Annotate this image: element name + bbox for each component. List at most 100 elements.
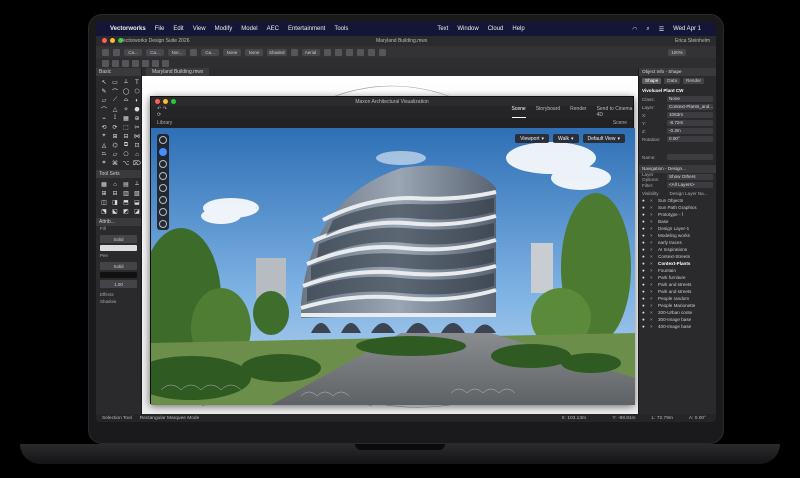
layer-list-item[interactable]: ● × Base: [639, 218, 716, 225]
pan-icon[interactable]: [159, 148, 167, 156]
transform-mode-icon[interactable]: [132, 59, 139, 67]
basic-tool-icon[interactable]: ⟟: [111, 115, 119, 122]
layer-list-item[interactable]: ● × Park and streets: [639, 288, 716, 295]
basic-tool-icon[interactable]: ⌘: [111, 160, 119, 167]
tab-shape[interactable]: Shape: [642, 78, 662, 84]
basic-tool-icon[interactable]: ⟳: [111, 124, 119, 131]
eye-icon[interactable]: ●: [642, 240, 647, 245]
toolset-icon[interactable]: ⟂: [133, 181, 141, 188]
user-name[interactable]: Erica Steinhelm: [675, 38, 710, 44]
pen-color-swatch[interactable]: [100, 272, 137, 278]
toolset-icon[interactable]: ◪: [133, 208, 141, 215]
class-dropdown-a[interactable]: Ca...: [124, 48, 142, 56]
basic-tool-icon[interactable]: ⌬: [111, 142, 119, 149]
basic-tool-icon[interactable]: ⊟: [122, 133, 130, 140]
x-field[interactable]: 1063m: [667, 112, 713, 118]
basic-tool-icon[interactable]: ⬣: [133, 106, 141, 113]
basic-tool-icon[interactable]: ◯: [122, 88, 130, 95]
menu-text[interactable]: Text: [437, 26, 448, 32]
layer-toggle-icon[interactable]: ×: [650, 219, 655, 224]
layer-toggle-icon[interactable]: ×: [650, 212, 655, 217]
basic-tool-icon[interactable]: ✂: [133, 124, 141, 131]
layer-toggle-icon[interactable]: ×: [650, 303, 655, 308]
layer-toggle-icon[interactable]: ×: [650, 240, 655, 245]
menu-model[interactable]: Model: [241, 26, 257, 32]
snap-icon[interactable]: [190, 48, 197, 56]
basic-tool-icon[interactable]: ⬚: [122, 124, 130, 131]
zoom-dropdown[interactable]: 100%: [668, 48, 686, 56]
layer-list-item[interactable]: ● × Modeling works: [639, 232, 716, 239]
basic-tool-icon[interactable]: ⌓: [122, 97, 130, 104]
basic-tool-icon[interactable]: ⋈: [133, 133, 141, 140]
light-icon[interactable]: [290, 48, 298, 56]
basic-tool-icon[interactable]: ⏥: [111, 151, 119, 158]
layer-list-item[interactable]: ● × early traces: [639, 239, 716, 246]
class-dropdown[interactable]: None: [223, 48, 241, 56]
library-button[interactable]: Library: [157, 120, 172, 126]
basic-tool-icon[interactable]: ▱: [100, 97, 108, 104]
layer-toggle-icon[interactable]: ×: [650, 296, 655, 301]
tab-scene[interactable]: Scene: [511, 106, 526, 118]
layer-list-item[interactable]: ● × 300-Image base: [639, 316, 716, 323]
layer-toggle-icon[interactable]: ×: [650, 289, 655, 294]
document-tab[interactable]: Maryland Building.mwx: [146, 68, 210, 76]
camera-view-dropdown[interactable]: Default View ▾: [582, 134, 625, 143]
layer-list-item[interactable]: ● × Fountain: [639, 267, 716, 274]
orbit-icon[interactable]: [159, 136, 167, 144]
basic-tool-icon[interactable]: ✎: [100, 88, 108, 95]
layer-toggle-icon[interactable]: ×: [650, 247, 655, 252]
y-field[interactable]: -8.72m: [667, 120, 713, 126]
opacity-field[interactable]: 1.00: [100, 280, 137, 288]
layer-toggle-icon[interactable]: ×: [650, 226, 655, 231]
menu-edit[interactable]: Edit: [173, 26, 183, 32]
fill-style-dropdown[interactable]: Solid: [100, 235, 137, 243]
settings-icon[interactable]: [162, 59, 169, 67]
marquee-mode-icon[interactable]: [112, 59, 119, 67]
basic-tool-icon[interactable]: ⌗: [100, 160, 108, 167]
eye-icon[interactable]: ●: [642, 233, 647, 238]
basic-tool-icon[interactable]: ⌦: [133, 160, 141, 167]
layer-list-item[interactable]: ● × People random: [639, 295, 716, 302]
eye-icon[interactable]: ●: [642, 303, 647, 308]
toolset-icon[interactable]: ◩: [122, 208, 130, 215]
basic-tool-icon[interactable]: ⌁: [100, 115, 108, 122]
rotation-field[interactable]: 0.00°: [667, 136, 713, 142]
basic-tool-icon[interactable]: ⊡: [133, 142, 141, 149]
eye-icon[interactable]: ●: [642, 198, 647, 203]
basic-tool-icon[interactable]: ⌒: [111, 88, 119, 96]
basic-tool-icon[interactable]: ⌖: [100, 133, 108, 140]
z-field[interactable]: -0.3m: [667, 128, 713, 134]
eye-icon[interactable]: ●: [642, 261, 647, 266]
menu-entertainment[interactable]: Entertainment: [288, 26, 325, 32]
layer-list-item[interactable]: ● × Sun Path Graphics: [639, 204, 716, 211]
layer-options-dropdown[interactable]: Show Others: [667, 174, 713, 180]
render-viewport[interactable]: Viewport ▾ Walk ▾ Default View ▾: [151, 128, 635, 405]
menu-clock[interactable]: Wed Apr 1: [673, 26, 701, 32]
zoom-icon[interactable]: [159, 160, 167, 168]
layer-list-item[interactable]: ● × AI Inspirations: [639, 246, 716, 253]
redo-icon[interactable]: [113, 48, 120, 56]
basic-tool-icon[interactable]: ✧: [122, 106, 130, 113]
layer-list-item[interactable]: ● × Sun Objects: [639, 197, 716, 204]
menu-modify[interactable]: Modify: [215, 26, 233, 32]
fly-icon[interactable]: [159, 172, 167, 180]
visibility-header[interactable]: Visibility: [642, 191, 659, 196]
menu-window[interactable]: Window: [457, 26, 478, 32]
shadow-checkbox[interactable]: Shadow: [96, 299, 141, 306]
layer-none-dropdown[interactable]: None: [245, 48, 263, 56]
camera-icon[interactable]: [345, 48, 353, 56]
eye-icon[interactable]: ●: [642, 324, 647, 329]
basic-tool-icon[interactable]: ⊕: [133, 115, 141, 122]
render-mode-dropdown[interactable]: Shaded: [267, 48, 287, 56]
toolset-icon[interactable]: ⬔: [100, 208, 108, 215]
menu-cloud[interactable]: Cloud: [488, 26, 504, 32]
basic-tool-icon[interactable]: △: [111, 106, 119, 113]
layer-toggle-icon[interactable]: ×: [650, 268, 655, 273]
basic-tool-icon[interactable]: ⟲: [100, 124, 108, 131]
layer-list-item[interactable]: ● × Prototype - f: [639, 211, 716, 218]
flyover-icon[interactable]: [323, 48, 331, 56]
basic-tool-icon[interactable]: ↖: [100, 79, 108, 86]
pen-style-dropdown[interactable]: Solid: [100, 262, 137, 270]
tab-data[interactable]: Data: [664, 78, 681, 84]
layer-toggle-icon[interactable]: ×: [650, 198, 655, 203]
